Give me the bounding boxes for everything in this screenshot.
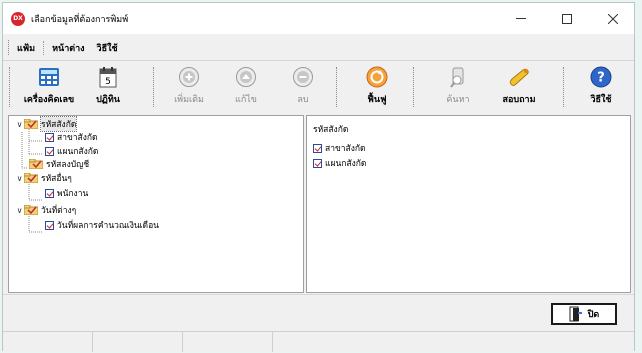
- plus-circle-icon: [177, 65, 201, 89]
- toolbar-grip: [9, 67, 10, 107]
- toolbar-divider: [336, 67, 337, 107]
- minimize-icon: [516, 17, 526, 19]
- up-arrow-circle-icon: [234, 65, 258, 89]
- toolbar: เครื่องคิดเลข 5 ปฏิทิน เพิ่มเติม แก้ไข ล…: [3, 60, 634, 112]
- calendar-button[interactable]: 5 ปฏิทิน: [88, 65, 128, 109]
- tree-item-account-code[interactable]: รหัสลงบัญชี: [29, 158, 89, 170]
- calculator-label: เครื่องคิดเลข: [23, 95, 75, 105]
- search-button[interactable]: ค้นหา: [440, 65, 476, 109]
- content-panes: ∨ รหัสสังกัด สาขาสังกัด แผนกสังกัด รหัสล…: [8, 115, 631, 293]
- minus-circle-icon: [291, 65, 315, 89]
- delete-label: ลบ: [297, 95, 309, 105]
- checked-item-icon: [313, 143, 322, 153]
- detail-item-label: แผนกสังกัด: [325, 159, 367, 169]
- app-icon: DX: [11, 11, 25, 26]
- help-label: วิธีใช้: [590, 95, 612, 105]
- detail-item-label: สาขาสังกัด: [325, 144, 366, 154]
- collapse-icon[interactable]: ∨: [15, 206, 24, 215]
- title-bar: DX เลือกข้อมูลที่ต้องการพิมพ์: [3, 3, 634, 34]
- menu-bar: แฟ้ม หน้าต่าง วิธีใช้: [3, 36, 634, 59]
- tree-pane: ∨ รหัสสังกัด สาขาสังกัด แผนกสังกัด รหัสล…: [8, 115, 304, 293]
- checked-item-icon: [45, 220, 54, 230]
- folder-check-icon: [24, 205, 38, 215]
- detail-item-branch[interactable]: สาขาสังกัด: [313, 142, 366, 154]
- close-button[interactable]: ปิด: [551, 303, 617, 325]
- menu-divider: [43, 40, 45, 55]
- svg-text:5: 5: [105, 77, 111, 87]
- folder-check-icon: [24, 173, 38, 183]
- calendar-icon: 5: [96, 65, 120, 89]
- status-cell: [93, 332, 183, 352]
- tree-item-dates[interactable]: ∨ วันที่ต่างๆ: [15, 204, 76, 216]
- status-cell: [273, 332, 633, 352]
- main-window: DX เลือกข้อมูลที่ต้องการพิมพ์ แฟ้ม หน้าต…: [2, 2, 635, 352]
- menu-file[interactable]: แฟ้ม: [11, 41, 41, 55]
- maximize-button[interactable]: [544, 3, 590, 34]
- add-button[interactable]: เพิ่มเติม: [167, 65, 211, 109]
- tree-item-other-codes[interactable]: ∨ รหัสอื่นๆ: [15, 172, 72, 184]
- help-icon: ?: [589, 65, 613, 89]
- toolbar-divider: [413, 67, 414, 107]
- detail-item-division[interactable]: แผนกสังกัด: [313, 157, 366, 169]
- edit-button[interactable]: แก้ไข: [226, 65, 266, 109]
- toolbar-divider: [563, 67, 564, 107]
- window-title: เลือกข้อมูลที่ต้องการพิมพ์: [31, 14, 129, 25]
- maximize-icon: [562, 13, 572, 24]
- calculator-button[interactable]: เครื่องคิดเลข: [21, 65, 77, 109]
- close-window-button[interactable]: [590, 3, 636, 34]
- close-button-label: ปิด: [587, 310, 600, 320]
- checked-item-icon: [45, 188, 54, 198]
- refresh-icon: [365, 65, 389, 89]
- collapse-icon[interactable]: ∨: [15, 120, 24, 129]
- tree-item-label: รหัสลงบัญชี: [46, 160, 90, 170]
- phone-icon: [507, 65, 531, 89]
- tree-item-employee[interactable]: พนักงาน: [45, 187, 88, 199]
- checked-item-icon: [45, 132, 54, 142]
- add-label: เพิ่มเติม: [174, 95, 204, 105]
- tree-item-label: รหัสสังกัด: [39, 116, 78, 132]
- detail-header: รหัสสังกัด: [313, 125, 349, 135]
- search-label: ค้นหา: [446, 95, 470, 105]
- folder-check-icon: [29, 159, 43, 169]
- search-icon: [446, 65, 470, 89]
- inquiry-button[interactable]: สอบถาม: [494, 65, 544, 109]
- status-bar: [3, 331, 634, 352]
- help-button[interactable]: ? วิธีใช้: [581, 65, 621, 109]
- tree-item-department-code[interactable]: ∨ รหัสสังกัด: [15, 116, 78, 132]
- bottom-bar: ปิด: [3, 294, 634, 330]
- tree-item-label: แผนกสังกัด: [57, 147, 99, 157]
- tree-item-branch[interactable]: สาขาสังกัด: [45, 131, 98, 143]
- detail-pane: รหัสสังกัด สาขาสังกัด แผนกสังกัด: [306, 115, 631, 293]
- calculator-icon: [37, 65, 61, 89]
- checked-item-icon: [313, 158, 322, 168]
- minimize-button[interactable]: [498, 3, 544, 34]
- edit-label: แก้ไข: [235, 95, 257, 105]
- menu-window[interactable]: หน้าต่าง: [46, 41, 90, 55]
- inquiry-label: สอบถาม: [502, 95, 536, 105]
- tree-item-label: สาขาสังกัด: [57, 133, 98, 143]
- toolbar-divider: [153, 67, 154, 107]
- svg-text:?: ?: [597, 71, 605, 86]
- tree-item-label: พนักงาน: [57, 189, 89, 199]
- restore-button[interactable]: ฟื้นฟู: [359, 65, 395, 109]
- delete-button[interactable]: ลบ: [285, 65, 321, 109]
- tree-item-division[interactable]: แผนกสังกัด: [45, 145, 98, 157]
- close-icon: [608, 13, 618, 24]
- checked-item-icon: [45, 146, 54, 156]
- menu-help[interactable]: วิธีใช้: [91, 41, 124, 55]
- tree-item-label: รหัสอื่นๆ: [41, 174, 72, 184]
- status-cell: [3, 332, 93, 352]
- tree-item-label: วันที่ต่างๆ: [41, 206, 77, 216]
- tree-item-label: วันที่ผลการคำนวณเงินเดือน: [57, 221, 159, 231]
- calendar-label: ปฏิทิน: [96, 95, 120, 105]
- collapse-icon[interactable]: ∨: [15, 174, 24, 183]
- folder-check-icon: [24, 119, 38, 129]
- tree-item-salary-calc-date[interactable]: วันที่ผลการคำนวณเงินเดือน: [45, 219, 159, 231]
- restore-label: ฟื้นฟู: [367, 95, 387, 105]
- status-cell: [183, 332, 273, 352]
- door-exit-icon: [569, 306, 582, 322]
